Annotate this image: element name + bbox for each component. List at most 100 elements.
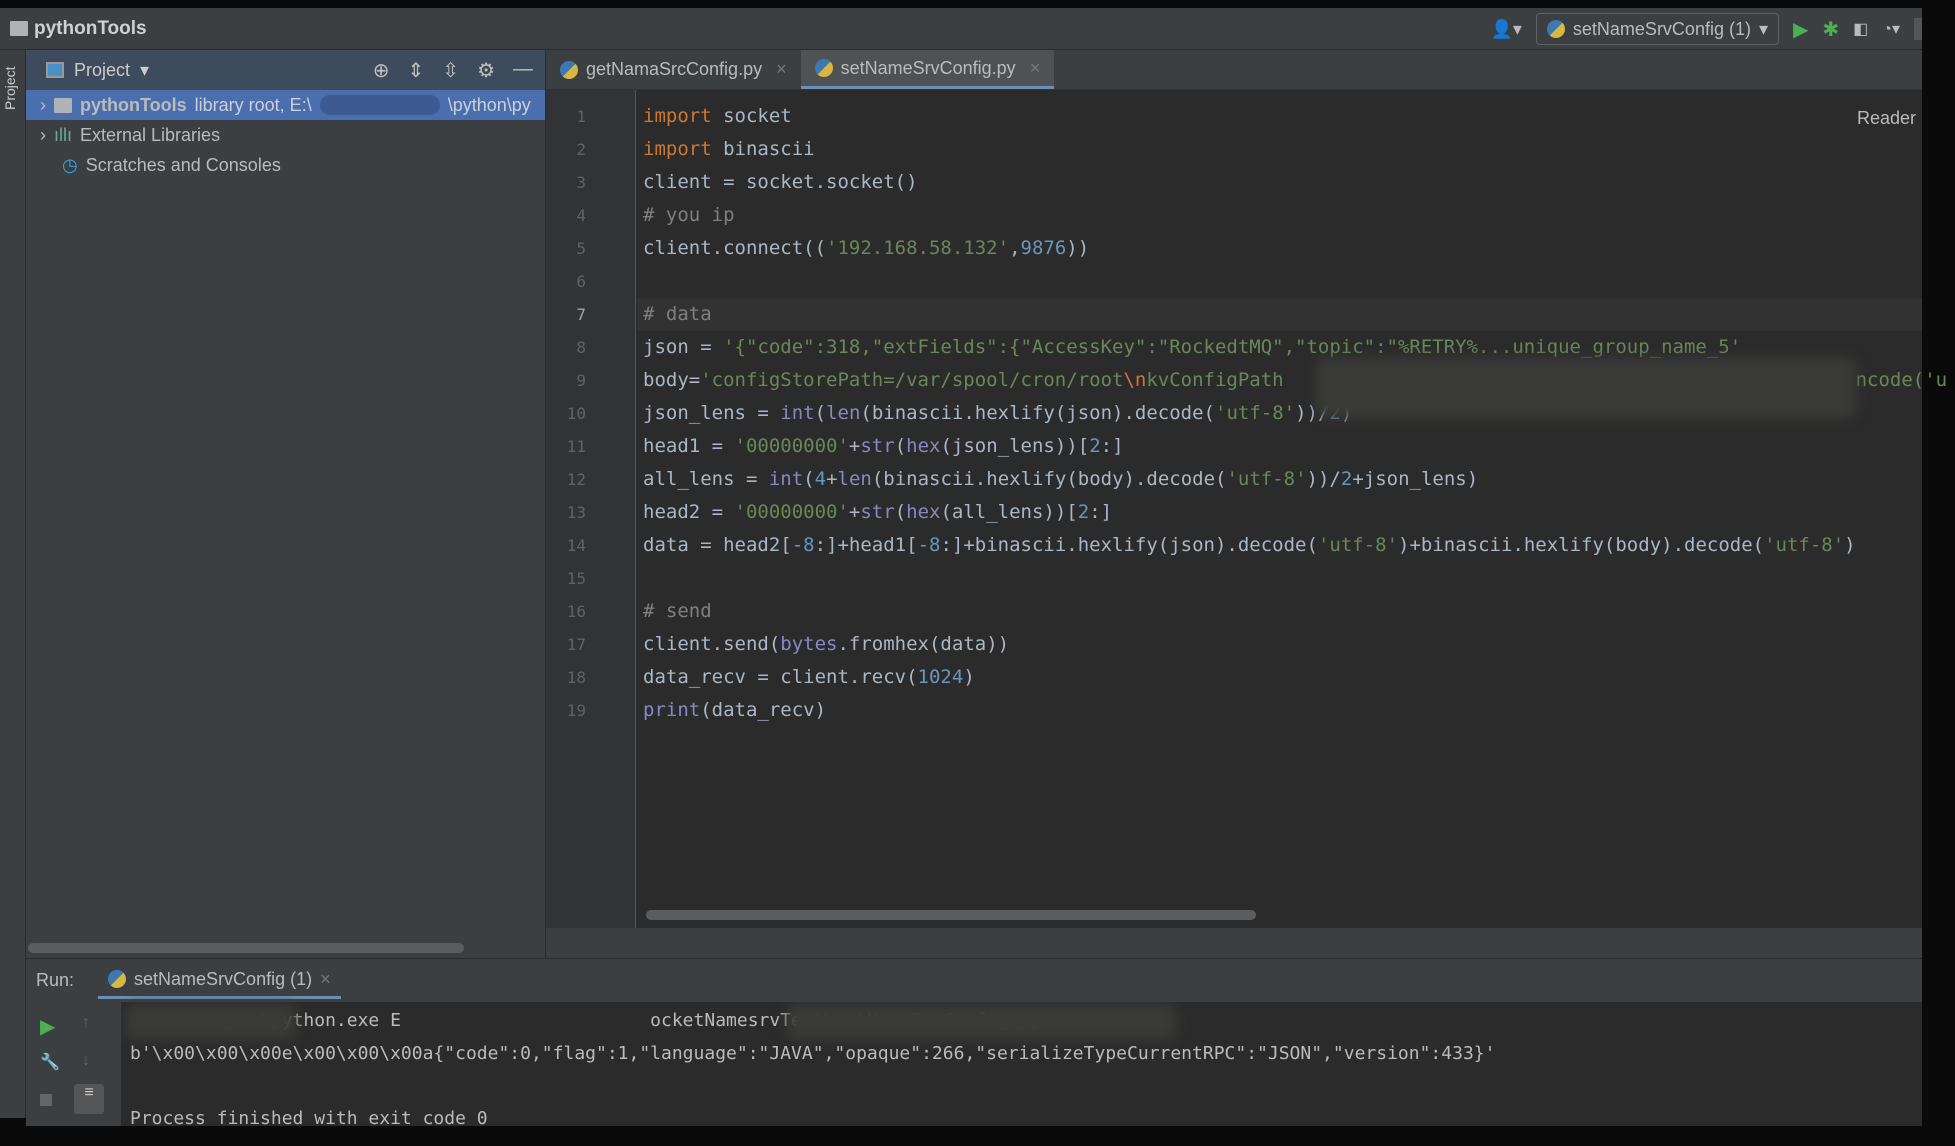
ide-window: pythonTools 👤▾ setNameSrvConfig (1) ▾ ▶ ✱… — [0, 8, 1947, 1129]
code-token: ncode('u — [1855, 369, 1948, 391]
debug-icon[interactable]: ✱ — [1822, 17, 1839, 42]
code-token: 1024 — [917, 666, 964, 688]
line-number: 18 — [566, 668, 586, 687]
soft-wrap-icon[interactable]: ≡ — [74, 1084, 104, 1114]
run-console[interactable]: ▶ ↑ 🔧 ↓ ≡ ...pts\python.exe E ocketNames… — [26, 1002, 1922, 1129]
down-icon[interactable]: ↓ — [82, 1052, 90, 1070]
redacted-region — [786, 1004, 1176, 1040]
tree-item-label: External Libraries — [80, 124, 221, 145]
code-line: # data — [643, 298, 712, 331]
close-icon[interactable]: × — [776, 59, 787, 80]
close-icon[interactable]: × — [320, 969, 331, 990]
profile-icon[interactable]: ◔▾ — [1882, 19, 1900, 39]
code-token: )+binascii.hexlify(body).decode( — [1398, 534, 1765, 556]
console-output-line: b'\x00\x00\x00e\x00\x00\x00a{"code":0,"f… — [130, 1043, 1496, 1064]
code-token: :]+binascii.hexlify(json).decode( — [940, 534, 1318, 556]
current-line-highlight — [637, 298, 1922, 331]
code-token: ( — [814, 402, 827, 424]
code-token: client.connect(( — [643, 237, 827, 259]
tree-item-external-libraries[interactable]: › ıllı External Libraries — [26, 120, 545, 150]
run-tab[interactable]: setNameSrvConfig (1) × — [98, 963, 341, 999]
code-line: data_recv = client.recv(1024) — [643, 661, 975, 694]
expand-all-icon[interactable]: ⇕ — [408, 58, 425, 83]
rerun-icon[interactable]: ▶ — [40, 1014, 55, 1039]
code-line: client.send(bytes.fromhex(data)) — [643, 628, 1009, 661]
code-token: 2 — [1089, 435, 1101, 457]
code-token: -8 — [917, 534, 941, 556]
python-file-icon — [814, 59, 833, 77]
project-panel-header: Project ▾ ⊕ ⇕ ⇳ ⚙ — — [26, 50, 545, 90]
collapse-all-icon[interactable]: ⇳ — [442, 58, 459, 83]
code-token: :] — [1100, 435, 1124, 457]
project-title: pythonTools — [34, 17, 147, 39]
code-token: all_lens = — [643, 468, 769, 490]
project-view-select[interactable]: Project — [74, 60, 130, 81]
code-token: ) — [1844, 534, 1856, 556]
locate-icon[interactable]: ⊕ — [373, 58, 390, 83]
code-token: (data_recv) — [700, 699, 827, 721]
vcs-user-icon[interactable]: 👤▾ — [1490, 19, 1521, 40]
code-token: ( — [894, 501, 907, 523]
hide-icon[interactable]: — — [513, 58, 533, 83]
code-token: ))/ — [1306, 468, 1341, 490]
code-line: all_lens = int(4+len(binascii.hexlify(bo… — [643, 463, 1478, 496]
stop-icon[interactable] — [1914, 18, 1922, 40]
code-editor[interactable]: 1 import socket 2 import binascii 3 client = … — [546, 90, 1947, 928]
code-token: len — [837, 468, 872, 490]
scratches-icon: ◷ — [62, 154, 78, 175]
title-bar: pythonTools 👤▾ setNameSrvConfig (1) ▾ ▶ ✱… — [0, 8, 1922, 50]
code-token: ) — [963, 666, 975, 688]
code-token: int — [768, 468, 804, 490]
run-icon[interactable]: ▶ — [1793, 17, 1808, 42]
code-token: socket — [711, 105, 792, 127]
run-toolbar: Run: setNameSrvConfig (1) × — [26, 958, 1922, 1002]
console-exit-line: Process finished with exit code 0 — [130, 1108, 488, 1129]
console-toolbar: ▶ ↑ 🔧 ↓ ≡ — [26, 1002, 121, 1126]
project-hscrollbar[interactable] — [28, 943, 464, 953]
line-number: 17 — [566, 635, 586, 654]
editor-hscrollbar[interactable] — [646, 910, 1256, 920]
code-token: '{"code":318,"extFields":{"AccessKey":"R… — [723, 336, 1742, 358]
code-token: :] — [1089, 501, 1113, 523]
code-token: head1 = — [643, 435, 735, 457]
close-icon[interactable]: × — [1030, 58, 1041, 79]
code-token: +json_lens) — [1352, 468, 1479, 490]
code-token: print — [643, 699, 701, 721]
wrench-icon[interactable]: 🔧 — [40, 1052, 60, 1072]
line-number: 12 — [566, 470, 586, 489]
code-token: data = head2[ — [643, 534, 792, 556]
code-token: 4 — [814, 468, 827, 490]
code-token: str — [860, 501, 895, 523]
reader-mode-button[interactable]: Reader — [1857, 108, 1916, 129]
stop-icon[interactable] — [40, 1094, 52, 1106]
project-tool-button[interactable]: Project — [2, 50, 18, 110]
run-config-label: setNameSrvConfig (1) — [1572, 18, 1751, 39]
line-number: 5 — [576, 239, 586, 258]
code-token: body= — [643, 369, 701, 391]
coverage-icon[interactable]: ◧ — [1853, 19, 1868, 39]
line-number: 13 — [566, 503, 586, 522]
tree-item-pythontools[interactable]: › pythonTools library root, E:\ \python\py — [26, 90, 545, 120]
code-line: head1 = '00000000'+str(hex(json_lens))[2… — [643, 430, 1124, 463]
redacted-region — [1316, 358, 1856, 418]
editor-tabs: getNamaSrcConfig.py × setNameSrvConfig.py… — [546, 50, 1922, 90]
tab-setnamesrvconfig[interactable]: setNameSrvConfig.py × — [800, 50, 1055, 89]
line-number: 1 — [576, 107, 586, 126]
code-line: import binascii — [643, 133, 815, 166]
line-number: 16 — [566, 602, 586, 621]
gear-icon[interactable]: ⚙ — [477, 58, 495, 83]
code-token: 2 — [1340, 468, 1353, 490]
line-number: 7 — [576, 305, 586, 324]
tree-item-scratches[interactable]: ◷ Scratches and Consoles — [26, 150, 545, 180]
run-config-select[interactable]: setNameSrvConfig (1) ▾ — [1535, 13, 1780, 45]
tab-getnamasrcconfig[interactable]: getNamaSrcConfig.py × — [546, 50, 801, 89]
code-token: 'utf-8' — [1215, 402, 1296, 424]
code-token: '00000000' — [734, 435, 849, 457]
up-icon[interactable]: ↑ — [82, 1014, 90, 1032]
code-token: # send — [643, 600, 712, 622]
folder-icon — [54, 97, 72, 113]
code-line: client = socket.socket() — [643, 166, 918, 199]
line-number: 19 — [566, 701, 586, 720]
line-number: 3 — [576, 173, 586, 192]
line-number: 6 — [576, 272, 586, 291]
